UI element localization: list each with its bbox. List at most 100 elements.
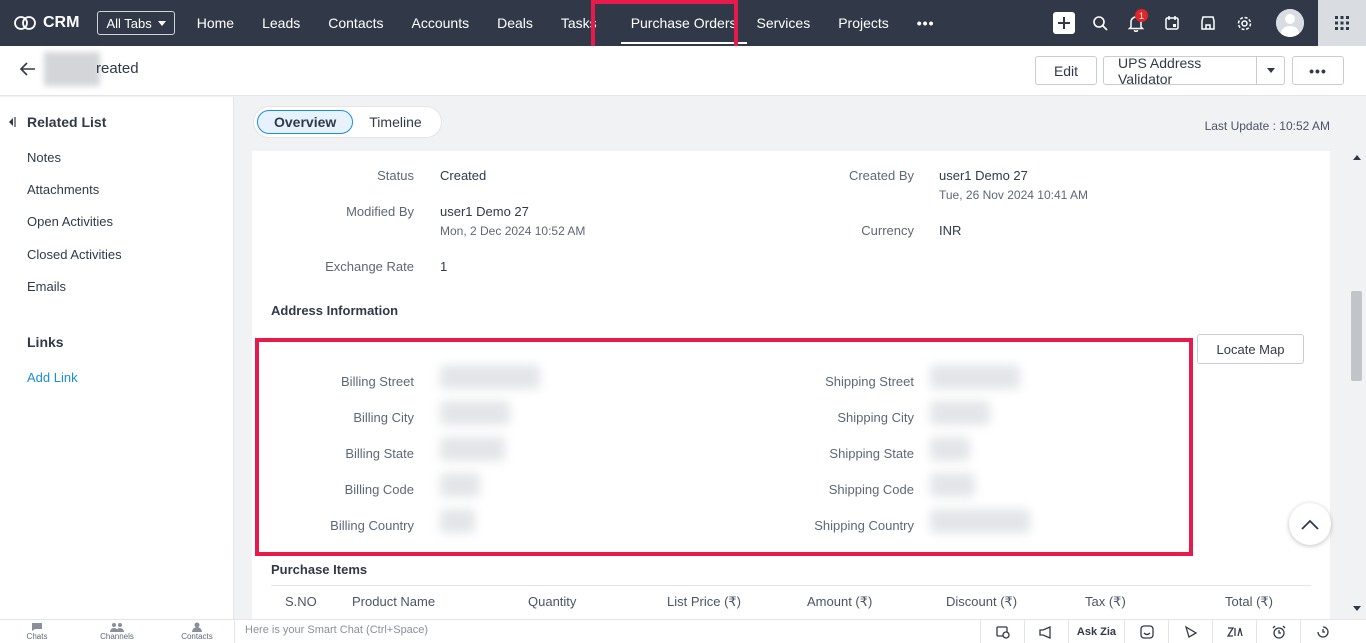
gear-icon <box>1237 16 1251 30</box>
sidebar-item-closed-activities[interactable]: Closed Activities <box>27 247 122 262</box>
ups-label: UPS Address Validator <box>1118 54 1202 87</box>
exchange-rate-label: Exchange Rate <box>325 259 414 274</box>
notifications-button[interactable]: 1 <box>1118 0 1154 46</box>
sidebar-item-attachments[interactable]: Attachments <box>27 182 99 197</box>
tab-timeline[interactable]: Timeline <box>353 110 437 134</box>
search-icon <box>1093 16 1108 31</box>
tab-tasks[interactable]: Tasks <box>547 0 611 46</box>
record-details-panel: Status Created Created By user1 Demo 27 … <box>252 151 1330 619</box>
modified-by-value: user1 Demo 27 <box>440 204 529 219</box>
record-title: reated <box>96 60 139 77</box>
chevron-up-icon <box>1301 519 1319 530</box>
sidebar-item-emails[interactable]: Emails <box>27 279 66 294</box>
tab-overview[interactable]: Overview <box>257 110 354 134</box>
purchase-items-title: Purchase Items <box>271 562 368 577</box>
view-tabs-bar: Overview Timeline Last Update : 10:52 AM <box>234 97 1366 151</box>
billing-country-value-redacted <box>440 509 475 533</box>
record-header: reated Edit UPS Address Validator ••• <box>0 46 1366 96</box>
tab-accounts[interactable]: Accounts <box>398 0 484 46</box>
sidebar-item-notes[interactable]: Notes <box>27 150 61 165</box>
smiley-icon <box>1139 625 1154 639</box>
related-list-sidebar: Related List Notes Attachments Open Acti… <box>0 97 234 619</box>
currency-value[interactable]: INR <box>939 223 961 238</box>
screen-icon <box>995 625 1010 639</box>
contact-icon <box>192 622 202 632</box>
chats-label: Chats <box>26 632 48 641</box>
screen-share-button[interactable] <box>980 620 1024 643</box>
status-value[interactable]: Created <box>440 168 486 183</box>
collapse-sidebar-icon[interactable] <box>8 116 16 128</box>
status-label: Status <box>377 168 414 183</box>
tab-purchase-orders[interactable]: Purchase Orders <box>611 0 757 46</box>
plus-icon <box>1058 17 1070 29</box>
grid-icon <box>1335 16 1349 30</box>
purchase-items-table-header: S.NO Product Name Quantity List Price (₹… <box>271 585 1311 619</box>
back-button[interactable] <box>19 62 36 79</box>
settings-button[interactable] <box>1226 0 1262 46</box>
billing-code-value-redacted <box>440 473 480 497</box>
more-actions-button[interactable]: ••• <box>1292 56 1344 85</box>
edit-button[interactable]: Edit <box>1035 56 1097 85</box>
tab-leads[interactable]: Leads <box>248 0 314 46</box>
chevron-down-icon <box>157 20 166 26</box>
related-list-title: Related List <box>27 114 107 130</box>
crm-logo-text: CRM <box>43 14 80 31</box>
crm-logo[interactable]: CRM <box>14 14 79 32</box>
tab-services[interactable]: Services <box>757 0 825 46</box>
arrow-left-icon <box>19 62 35 76</box>
user-icon <box>1276 9 1304 37</box>
scrollbar-thumb[interactable] <box>1351 291 1362 381</box>
locate-map-button[interactable]: Locate Map <box>1197 334 1304 364</box>
column-product-name: Product Name <box>352 594 436 609</box>
ups-address-validator-button[interactable]: UPS Address Validator <box>1103 54 1285 87</box>
last-update-text: Last Update : 10:52 AM <box>1204 119 1330 133</box>
add-link[interactable]: Add Link <box>27 370 78 385</box>
shipping-code-value-redacted <box>930 473 975 497</box>
contacts-button[interactable]: Contacts <box>172 622 222 641</box>
shipping-state-value-redacted <box>930 437 970 461</box>
billing-state-value-redacted <box>440 437 505 461</box>
apps-button[interactable] <box>1318 0 1366 46</box>
module-tabs: Home Leads Contacts Accounts Deals Tasks… <box>183 0 949 46</box>
ups-dropdown-toggle[interactable] <box>1256 57 1284 84</box>
tab-projects[interactable]: Projects <box>824 0 903 46</box>
tab-deals[interactable]: Deals <box>483 0 547 46</box>
signal-icon <box>1184 625 1197 638</box>
sidebar-item-open-activities[interactable]: Open Activities <box>27 214 113 229</box>
announcements-button[interactable] <box>1024 620 1068 643</box>
column-discount: Discount (₹) <box>946 594 1018 609</box>
channels-button[interactable]: Channels <box>92 622 142 641</box>
ask-zia-button[interactable]: Ask Zia <box>1068 620 1124 643</box>
more-tabs-button[interactable]: ••• <box>903 0 949 46</box>
history-button[interactable] <box>1300 620 1344 643</box>
modified-by-time: Mon, 2 Dec 2024 10:52 AM <box>440 224 586 238</box>
signals-button[interactable] <box>1168 620 1212 643</box>
create-button[interactable] <box>1046 0 1082 46</box>
zia-icon <box>1226 627 1243 637</box>
scroll-to-top-button[interactable] <box>1289 503 1331 545</box>
smart-chat-input[interactable]: Here is your Smart Chat (Ctrl+Space) <box>234 620 979 643</box>
vertical-scrollbar[interactable] <box>1348 151 1366 619</box>
all-tabs-button[interactable]: All Tabs <box>97 11 175 35</box>
zia-button[interactable] <box>1212 620 1256 643</box>
created-by-value: user1 Demo 27 <box>939 168 1028 183</box>
billing-country-label: Billing Country <box>330 518 414 533</box>
tab-contacts[interactable]: Contacts <box>314 0 397 46</box>
calendar-button[interactable] <box>1154 0 1190 46</box>
created-by-time: Tue, 26 Nov 2024 10:41 AM <box>939 188 1088 202</box>
notification-badge: 1 <box>1135 9 1148 22</box>
reminders-button[interactable] <box>1256 620 1300 643</box>
scroll-down-arrow-icon[interactable] <box>1353 606 1361 611</box>
exchange-rate-value[interactable]: 1 <box>440 259 447 274</box>
search-button[interactable] <box>1082 0 1118 46</box>
feedback-button[interactable] <box>1124 620 1168 643</box>
channels-icon <box>110 623 124 632</box>
crm-logo-icon <box>14 16 36 30</box>
tab-home[interactable]: Home <box>183 0 248 46</box>
user-avatar[interactable] <box>1276 9 1304 37</box>
chats-button[interactable]: Chats <box>12 622 62 641</box>
scroll-up-arrow-icon[interactable] <box>1353 155 1361 160</box>
created-by-label: Created By <box>848 168 914 183</box>
marketplace-button[interactable] <box>1190 0 1226 46</box>
billing-code-label: Billing Code <box>344 482 414 497</box>
